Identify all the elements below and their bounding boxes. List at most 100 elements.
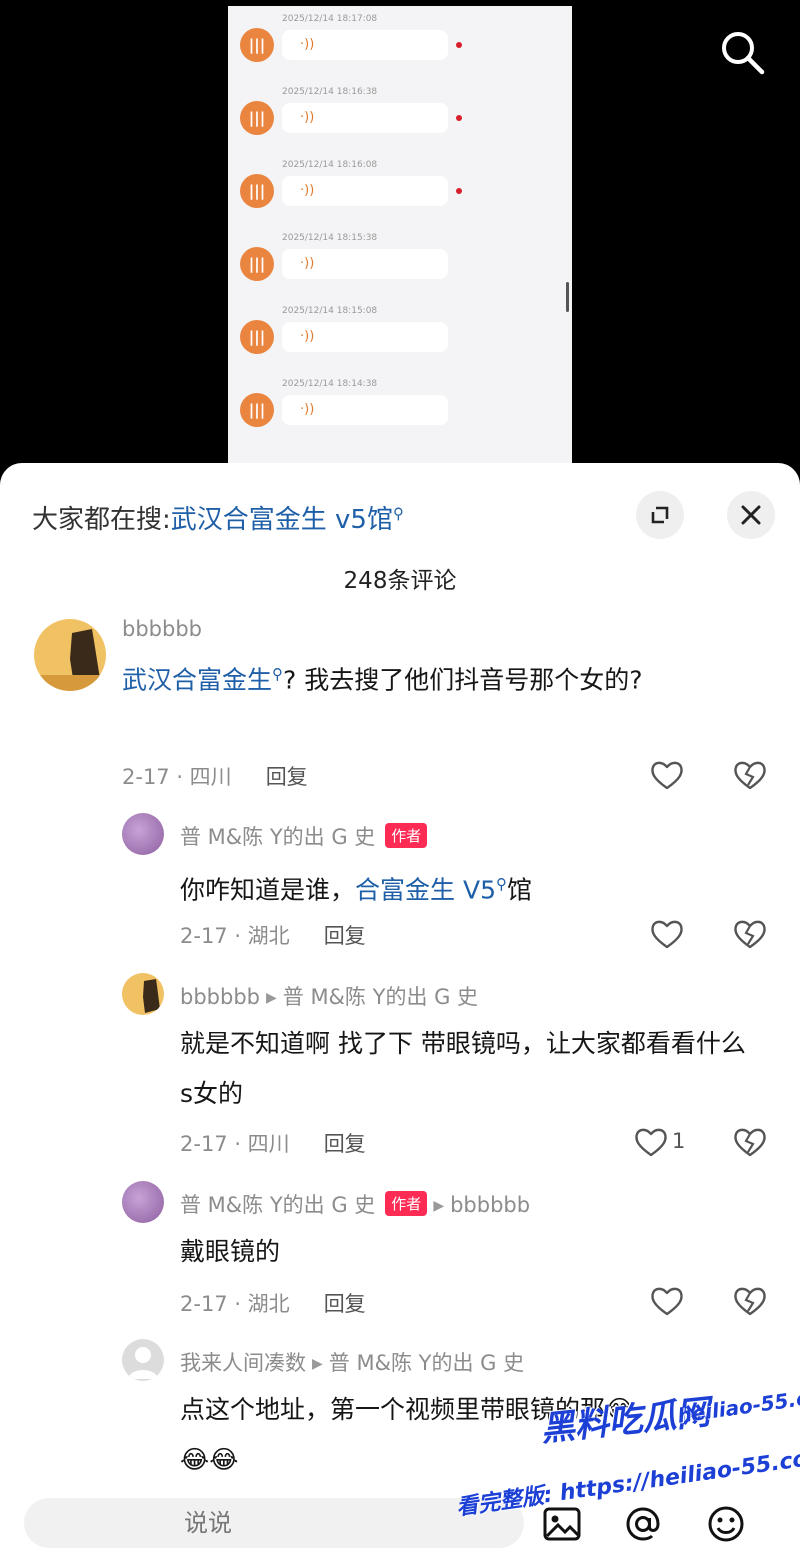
message-timestamp: 2025/12/14 18:16:38 (282, 87, 378, 97)
comment-text-body: ? 我去搜了他们抖音号那个女的? (283, 665, 643, 695)
reply-arrow-icon: ▶ (312, 1356, 323, 1372)
close-button[interactable] (727, 491, 775, 539)
reply-to-username[interactable]: bbbbbb (450, 1193, 530, 1217)
voice-message: 2025/12/14 18:16:38 ||| ·)) (228, 87, 572, 153)
sound-wave-icon: ||| (240, 174, 274, 208)
expand-icon (651, 506, 669, 524)
comment-meta: 2-17 · 四川 回复 (180, 1128, 366, 1158)
username-text: bbbbbb (180, 985, 260, 1009)
comment-keyword-link[interactable]: 武汉合富金生 (122, 665, 272, 694)
reply-button[interactable]: 回复 (266, 765, 308, 789)
comment-count: 248条评论 (343, 568, 457, 594)
voice-bubble: ·)) (282, 30, 448, 60)
comment-username[interactable]: 普 M&陈 Y的出 G 史作者 ▶ bbbbbb (180, 1189, 530, 1219)
dislike-icon[interactable] (733, 1285, 767, 1317)
message-timestamp: 2025/12/14 18:17:08 (282, 14, 378, 24)
voice-bubble: ·)) (282, 249, 448, 279)
comment-username[interactable]: bbbbbb (122, 617, 202, 641)
dislike-icon[interactable] (733, 1126, 767, 1158)
heart-icon[interactable] (650, 759, 684, 791)
voice-message: 2025/12/14 18:16:08 ||| ·)) (228, 160, 572, 226)
comment-meta: 2-17 · 湖北 回复 (180, 920, 366, 950)
comment-username[interactable]: bbbbbb ▶ 普 M&陈 Y的出 G 史 (180, 981, 478, 1011)
voice-message: 2025/12/14 18:15:38 ||| ·)) (228, 233, 572, 299)
unread-dot (456, 42, 462, 48)
unread-dot (456, 115, 462, 121)
comment-keyword-link[interactable]: 合富金生 V5 (355, 875, 496, 904)
search-small-icon: ⚲ (272, 665, 284, 683)
reply-arrow-icon: ▶ (265, 990, 277, 1006)
voice-bubble: ·)) (282, 322, 448, 352)
voice-bubble: ·)) (282, 395, 448, 425)
hot-search-keyword[interactable]: 武汉合富金生 v5馆 (171, 505, 393, 535)
comment-text: 就是不知道啊 找了下 带眼镜吗，让大家都看看什么s女的 (180, 1029, 746, 1108)
comment-text: 戴眼镜的 (180, 1237, 281, 1266)
heart-icon[interactable] (634, 1126, 668, 1158)
dislike-icon[interactable] (733, 918, 767, 950)
avatar[interactable] (34, 619, 106, 691)
mention-icon[interactable] (621, 1502, 665, 1546)
like-count: 1 (672, 1129, 686, 1153)
voice-bubble: ·)) (282, 176, 448, 206)
reply-to-username[interactable]: 普 M&陈 Y的出 G 史 (283, 985, 478, 1009)
sound-wave-icon: ||| (240, 28, 274, 62)
message-timestamp: 2025/12/14 18:15:08 (282, 306, 378, 316)
heart-icon[interactable] (650, 918, 684, 950)
voice-message: 2025/12/14 18:15:08 ||| ·)) (228, 306, 572, 372)
comment-date-location: 2-17 · 湖北 (180, 1292, 290, 1316)
comment-username[interactable]: 我来人间凑数 ▶ 普 M&陈 Y的出 G 史 (180, 1347, 524, 1377)
username-text: 普 M&陈 Y的出 G 史 (180, 825, 376, 849)
voice-bubble: ·)) (282, 103, 448, 133)
comment-text: 武汉合富金生⚲? 我去搜了他们抖音号那个女的? (122, 649, 732, 705)
default-avatar-icon (128, 1347, 158, 1379)
author-badge: 作者 (385, 1191, 428, 1216)
unread-dot (456, 188, 462, 194)
avatar[interactable] (122, 813, 164, 855)
search-small-icon: ⚲ (495, 875, 507, 893)
comment-text-body: 你咋知道是谁， (180, 875, 356, 905)
avatar[interactable] (122, 973, 164, 1015)
hot-search-prefix: 大家都在搜: (32, 505, 171, 535)
reply-button[interactable]: 回复 (324, 924, 366, 948)
heart-icon[interactable] (650, 1285, 684, 1317)
comment-meta: 2-17 · 四川 回复 (122, 761, 308, 791)
avatar[interactable] (122, 1339, 164, 1381)
reply-button[interactable]: 回复 (324, 1292, 366, 1316)
reply-button[interactable]: 回复 (324, 1132, 366, 1156)
avatar[interactable] (122, 1181, 164, 1223)
avatar-silhouette (34, 629, 106, 691)
emoji-icon[interactable] (704, 1502, 748, 1546)
video-area[interactable]: 2025/12/14 18:17:08 ||| ·)) 2025/12/14 18:1… (0, 0, 800, 476)
comment-username[interactable]: 普 M&陈 Y的出 G 史作者 (180, 821, 428, 851)
reply-to-username[interactable]: 普 M&陈 Y的出 G 史 (329, 1351, 524, 1375)
comment-text: 你咋知道是谁，合富金生 V5⚲馆 (180, 859, 740, 915)
username-text: 普 M&陈 Y的出 G 史 (180, 1193, 376, 1217)
comment-date-location: 2-17 · 湖北 (180, 924, 290, 948)
sound-wave-icon: ||| (240, 101, 274, 135)
username-text: 我来人间凑数 (180, 1351, 306, 1375)
comment-text-body: 馆 (506, 875, 532, 905)
expand-button[interactable] (636, 491, 684, 539)
author-badge: 作者 (385, 823, 428, 848)
search-small-icon: ⚲ (392, 504, 404, 523)
chat-screenshot: 2025/12/14 18:17:08 ||| ·)) 2025/12/14 18:1… (228, 6, 572, 476)
comment-input[interactable]: 说说 (24, 1498, 524, 1548)
sound-wave-icon: ||| (240, 393, 274, 427)
voice-message: 2025/12/14 18:14:38 ||| ·)) (228, 379, 572, 445)
voice-message: 2025/12/14 18:17:08 ||| ·)) (228, 14, 572, 80)
message-timestamp: 2025/12/14 18:16:08 (282, 160, 378, 170)
sound-wave-icon: ||| (240, 320, 274, 354)
search-icon[interactable] (716, 26, 768, 78)
chat-scrollbar (566, 282, 569, 312)
message-timestamp: 2025/12/14 18:14:38 (282, 379, 378, 389)
hot-search-banner[interactable]: 大家都在搜:武汉合富金生 v5馆⚲ (32, 499, 404, 536)
avatar-silhouette (143, 979, 160, 1013)
laugh-emoji: 😂😂 (180, 1445, 239, 1474)
comment-input-bar: 说说 (0, 1492, 800, 1561)
dislike-icon[interactable] (733, 759, 767, 791)
sound-wave-icon: ||| (240, 247, 274, 281)
reply-arrow-icon: ▶ (433, 1198, 445, 1214)
close-icon (741, 505, 761, 525)
message-timestamp: 2025/12/14 18:15:38 (282, 233, 378, 243)
comment-date-location: 2-17 · 四川 (122, 765, 232, 789)
